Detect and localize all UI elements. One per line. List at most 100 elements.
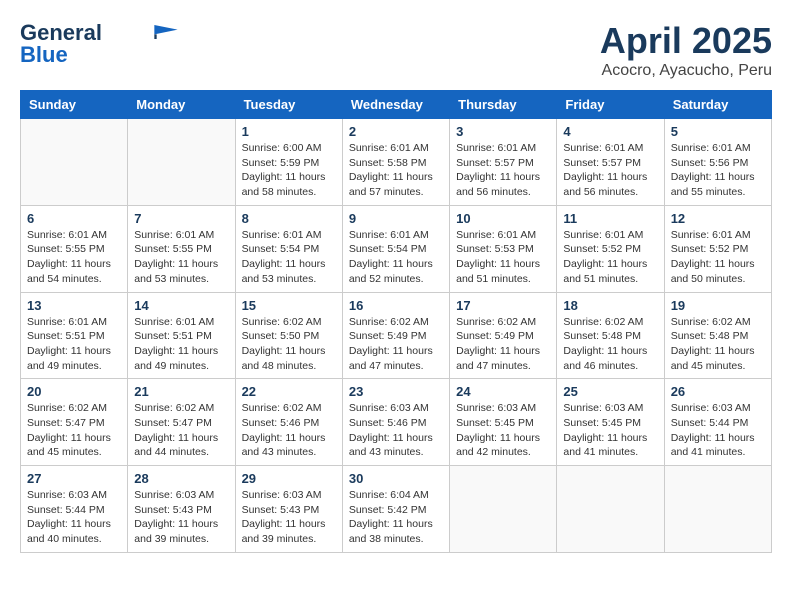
calendar-cell xyxy=(664,466,771,553)
calendar-cell xyxy=(557,466,664,553)
calendar-cell: 10 Sunrise: 6:01 AM Sunset: 5:53 PM Dayli… xyxy=(450,205,557,292)
day-number: 8 xyxy=(242,211,336,226)
day-number: 14 xyxy=(134,298,228,313)
day-number: 15 xyxy=(242,298,336,313)
day-info: Sunrise: 6:02 AM Sunset: 5:46 PM Dayligh… xyxy=(242,401,336,460)
calendar-cell: 15 Sunrise: 6:02 AM Sunset: 5:50 PM Dayli… xyxy=(235,292,342,379)
weekday-header-tuesday: Tuesday xyxy=(235,91,342,119)
calendar-week-1: 1 Sunrise: 6:00 AM Sunset: 5:59 PM Daylig… xyxy=(21,119,772,206)
weekday-header-saturday: Saturday xyxy=(664,91,771,119)
calendar-week-3: 13 Sunrise: 6:01 AM Sunset: 5:51 PM Dayli… xyxy=(21,292,772,379)
day-number: 29 xyxy=(242,471,336,486)
calendar-cell: 17 Sunrise: 6:02 AM Sunset: 5:49 PM Dayli… xyxy=(450,292,557,379)
day-number: 26 xyxy=(671,384,765,399)
calendar-week-5: 27Sunrise: 6:03 AM Sunset: 5:44 PM Dayli… xyxy=(21,466,772,553)
calendar-cell: 18Sunrise: 6:02 AM Sunset: 5:48 PM Dayli… xyxy=(557,292,664,379)
day-info: Sunrise: 6:02 AM Sunset: 5:48 PM Dayligh… xyxy=(671,315,765,374)
day-info: Sunrise: 6:02 AM Sunset: 5:49 PM Dayligh… xyxy=(456,315,550,374)
calendar-cell: 19 Sunrise: 6:02 AM Sunset: 5:48 PM Dayli… xyxy=(664,292,771,379)
logo-flag-icon xyxy=(154,25,178,39)
day-number: 22 xyxy=(242,384,336,399)
calendar-cell: 2 Sunrise: 6:01 AM Sunset: 5:58 PM Daylig… xyxy=(342,119,449,206)
calendar-cell: 12Sunrise: 6:01 AM Sunset: 5:52 PM Dayli… xyxy=(664,205,771,292)
weekday-header-friday: Friday xyxy=(557,91,664,119)
calendar-header-row: SundayMondayTuesdayWednesdayThursdayFrid… xyxy=(21,91,772,119)
day-info: Sunrise: 6:03 AM Sunset: 5:43 PM Dayligh… xyxy=(242,488,336,547)
day-info: Sunrise: 6:02 AM Sunset: 5:49 PM Dayligh… xyxy=(349,315,443,374)
calendar-cell: 23 Sunrise: 6:03 AM Sunset: 5:46 PM Dayli… xyxy=(342,379,449,466)
calendar-cell: 27Sunrise: 6:03 AM Sunset: 5:44 PM Dayli… xyxy=(21,466,128,553)
day-number: 4 xyxy=(563,124,657,139)
day-number: 20 xyxy=(27,384,121,399)
day-number: 28 xyxy=(134,471,228,486)
calendar-cell xyxy=(128,119,235,206)
calendar-cell: 9 Sunrise: 6:01 AM Sunset: 5:54 PM Daylig… xyxy=(342,205,449,292)
calendar-cell: 5Sunrise: 6:01 AM Sunset: 5:56 PM Daylig… xyxy=(664,119,771,206)
day-number: 10 xyxy=(456,211,550,226)
day-number: 30 xyxy=(349,471,443,486)
calendar-cell: 20 Sunrise: 6:02 AM Sunset: 5:47 PM Dayli… xyxy=(21,379,128,466)
day-number: 5 xyxy=(671,124,765,139)
day-number: 17 xyxy=(456,298,550,313)
day-info: Sunrise: 6:01 AM Sunset: 5:54 PM Dayligh… xyxy=(349,228,443,287)
day-number: 13 xyxy=(27,298,121,313)
day-info: Sunrise: 6:01 AM Sunset: 5:53 PM Dayligh… xyxy=(456,228,550,287)
day-info: Sunrise: 6:01 AM Sunset: 5:54 PM Dayligh… xyxy=(242,228,336,287)
calendar-week-2: 6 Sunrise: 6:01 AM Sunset: 5:55 PM Daylig… xyxy=(21,205,772,292)
day-info: Sunrise: 6:03 AM Sunset: 5:44 PM Dayligh… xyxy=(671,401,765,460)
header: General Blue April 2025 Acocro, Ayacucho… xyxy=(20,20,772,80)
day-info: Sunrise: 6:01 AM Sunset: 5:58 PM Dayligh… xyxy=(349,141,443,200)
calendar-cell: 7Sunrise: 6:01 AM Sunset: 5:55 PM Daylig… xyxy=(128,205,235,292)
day-info: Sunrise: 6:02 AM Sunset: 5:50 PM Dayligh… xyxy=(242,315,336,374)
calendar-cell: 26 Sunrise: 6:03 AM Sunset: 5:44 PM Dayli… xyxy=(664,379,771,466)
weekday-header-thursday: Thursday xyxy=(450,91,557,119)
day-number: 1 xyxy=(242,124,336,139)
day-info: Sunrise: 6:02 AM Sunset: 5:47 PM Dayligh… xyxy=(27,401,121,460)
calendar-cell: 8 Sunrise: 6:01 AM Sunset: 5:54 PM Daylig… xyxy=(235,205,342,292)
day-number: 6 xyxy=(27,211,121,226)
calendar-cell: 28 Sunrise: 6:03 AM Sunset: 5:43 PM Dayli… xyxy=(128,466,235,553)
calendar-week-4: 20 Sunrise: 6:02 AM Sunset: 5:47 PM Dayli… xyxy=(21,379,772,466)
weekday-header-sunday: Sunday xyxy=(21,91,128,119)
location-title: Acocro, Ayacucho, Peru xyxy=(600,62,772,80)
day-info: Sunrise: 6:01 AM Sunset: 5:55 PM Dayligh… xyxy=(27,228,121,287)
day-number: 3 xyxy=(456,124,550,139)
day-number: 18 xyxy=(563,298,657,313)
day-info: Sunrise: 6:00 AM Sunset: 5:59 PM Dayligh… xyxy=(242,141,336,200)
day-number: 27 xyxy=(27,471,121,486)
calendar-cell: 16 Sunrise: 6:02 AM Sunset: 5:49 PM Dayli… xyxy=(342,292,449,379)
day-info: Sunrise: 6:04 AM Sunset: 5:42 PM Dayligh… xyxy=(349,488,443,547)
logo-blue: Blue xyxy=(20,42,68,68)
day-number: 19 xyxy=(671,298,765,313)
day-info: Sunrise: 6:03 AM Sunset: 5:46 PM Dayligh… xyxy=(349,401,443,460)
calendar-cell: 21Sunrise: 6:02 AM Sunset: 5:47 PM Dayli… xyxy=(128,379,235,466)
calendar-cell: 11 Sunrise: 6:01 AM Sunset: 5:52 PM Dayli… xyxy=(557,205,664,292)
day-number: 11 xyxy=(563,211,657,226)
weekday-header-monday: Monday xyxy=(128,91,235,119)
day-number: 23 xyxy=(349,384,443,399)
day-info: Sunrise: 6:01 AM Sunset: 5:52 PM Dayligh… xyxy=(563,228,657,287)
calendar-cell xyxy=(21,119,128,206)
day-number: 24 xyxy=(456,384,550,399)
calendar-cell: 1 Sunrise: 6:00 AM Sunset: 5:59 PM Daylig… xyxy=(235,119,342,206)
day-number: 9 xyxy=(349,211,443,226)
calendar-cell: 24Sunrise: 6:03 AM Sunset: 5:45 PM Dayli… xyxy=(450,379,557,466)
day-number: 2 xyxy=(349,124,443,139)
calendar-cell: 4Sunrise: 6:01 AM Sunset: 5:57 PM Daylig… xyxy=(557,119,664,206)
day-info: Sunrise: 6:01 AM Sunset: 5:51 PM Dayligh… xyxy=(134,315,228,374)
day-number: 7 xyxy=(134,211,228,226)
calendar: SundayMondayTuesdayWednesdayThursdayFrid… xyxy=(20,90,772,553)
title-area: April 2025 Acocro, Ayacucho, Peru xyxy=(600,20,772,80)
day-info: Sunrise: 6:03 AM Sunset: 5:45 PM Dayligh… xyxy=(563,401,657,460)
day-number: 25 xyxy=(563,384,657,399)
weekday-header-wednesday: Wednesday xyxy=(342,91,449,119)
day-info: Sunrise: 6:01 AM Sunset: 5:51 PM Dayligh… xyxy=(27,315,121,374)
day-number: 21 xyxy=(134,384,228,399)
month-title: April 2025 xyxy=(600,20,772,62)
day-info: Sunrise: 6:01 AM Sunset: 5:57 PM Dayligh… xyxy=(456,141,550,200)
logo: General Blue xyxy=(20,20,178,68)
calendar-cell: 25 Sunrise: 6:03 AM Sunset: 5:45 PM Dayli… xyxy=(557,379,664,466)
day-number: 16 xyxy=(349,298,443,313)
day-info: Sunrise: 6:03 AM Sunset: 5:43 PM Dayligh… xyxy=(134,488,228,547)
calendar-cell: 30 Sunrise: 6:04 AM Sunset: 5:42 PM Dayli… xyxy=(342,466,449,553)
